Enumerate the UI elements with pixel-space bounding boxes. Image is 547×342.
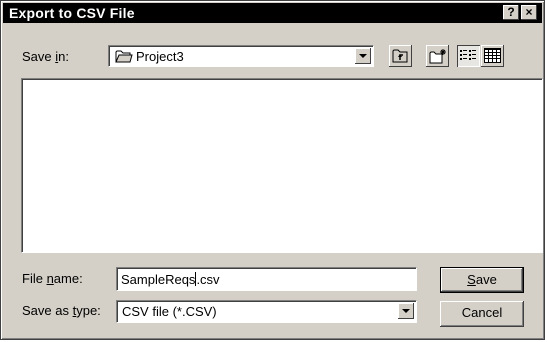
title-bar: Export to CSV File ? × <box>3 3 542 23</box>
dialog-title: Export to CSV File <box>9 5 135 21</box>
list-view-icon <box>460 49 477 63</box>
export-csv-dialog: Export to CSV File ? × Save in: Project3 <box>0 0 545 340</box>
close-button[interactable]: × <box>521 5 537 20</box>
save-as-type-dropdown[interactable]: CSV file (*.CSV) <box>116 300 417 323</box>
save-in-value: Project3 <box>136 49 184 64</box>
file-name-input[interactable]: SampleReqs.csv <box>116 267 417 291</box>
help-button[interactable]: ? <box>503 5 519 20</box>
create-new-folder-button[interactable] <box>426 45 449 67</box>
new-folder-icon <box>429 48 447 64</box>
chevron-down-icon[interactable] <box>398 303 414 319</box>
save-as-type-value: CSV file (*.CSV) <box>122 304 217 319</box>
list-view-button[interactable] <box>457 45 480 67</box>
save-in-dropdown[interactable]: Project3 <box>108 45 374 67</box>
up-folder-icon <box>392 48 409 63</box>
file-list[interactable] <box>21 78 543 253</box>
file-name-label: File name: <box>22 271 83 286</box>
details-view-button[interactable] <box>481 45 504 67</box>
save-button[interactable]: Save <box>440 267 524 293</box>
save-in-label: Save in: <box>22 49 69 64</box>
folder-icon <box>115 49 133 63</box>
file-name-value: SampleReqs.csv <box>121 272 220 287</box>
chevron-down-icon[interactable] <box>355 48 371 64</box>
save-as-type-label: Save as type: <box>22 303 101 318</box>
up-one-level-button[interactable] <box>389 45 412 67</box>
cancel-button[interactable]: Cancel <box>440 301 524 327</box>
details-view-icon <box>484 48 501 63</box>
